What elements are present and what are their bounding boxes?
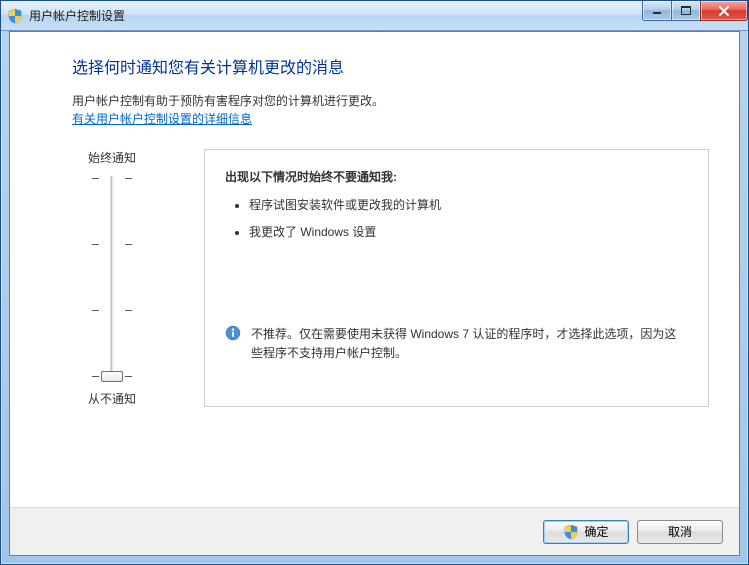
settings-body: 始终通知 从不通知 <box>72 149 709 407</box>
cancel-button[interactable]: 取消 <box>637 520 723 544</box>
slider-tick <box>92 178 99 179</box>
list-item: 我更改了 Windows 设置 <box>249 224 688 241</box>
recommendation-text: 不推荐。仅在需要使用未获得 Windows 7 认证的程序时，才选择此选项，因为… <box>251 325 688 363</box>
notification-slider[interactable] <box>84 172 140 384</box>
slider-tick <box>125 178 132 179</box>
info-panel: 出现以下情况时始终不要通知我: 程序试图安装软件或更改我的计算机 我更改了 Wi… <box>204 149 709 407</box>
description-text: 用户帐户控制有助于预防有害程序对您的计算机进行更改。 <box>72 92 709 110</box>
button-bar: 确定 取消 <box>10 507 739 555</box>
shield-icon <box>7 8 23 24</box>
slider-tick <box>125 376 132 377</box>
info-title: 出现以下情况时始终不要通知我: <box>225 168 688 185</box>
slider-thumb[interactable] <box>101 371 123 382</box>
slider-tick <box>125 244 132 245</box>
maximize-icon <box>681 6 691 15</box>
minimize-icon <box>652 7 662 15</box>
maximize-button[interactable] <box>672 1 700 21</box>
page-heading: 选择何时通知您有关计算机更改的消息 <box>72 54 709 78</box>
slider-top-label: 始终通知 <box>72 149 152 166</box>
slider-tick <box>125 310 132 311</box>
info-bullet-list: 程序试图安装软件或更改我的计算机 我更改了 Windows 设置 <box>225 197 688 241</box>
ok-button-label: 确定 <box>584 523 608 540</box>
close-button[interactable] <box>700 1 748 21</box>
uac-settings-window: 用户帐户控制设置 选择何时通知您有关计算机更改的消息 用户帐户控制有助于预防有害… <box>0 0 749 565</box>
info-icon <box>225 325 241 341</box>
titlebar[interactable]: 用户帐户控制设置 <box>1 1 748 31</box>
more-info-link[interactable]: 有关用户帐户控制设置的详细信息 <box>72 112 252 126</box>
shield-icon <box>563 524 579 540</box>
minimize-button[interactable] <box>642 1 672 21</box>
slider-tick <box>92 376 99 377</box>
content-area: 选择何时通知您有关计算机更改的消息 用户帐户控制有助于预防有害程序对您的计算机进… <box>10 32 739 505</box>
ok-button[interactable]: 确定 <box>543 520 629 544</box>
slider-tick <box>92 310 99 311</box>
slider-track-line <box>111 176 114 380</box>
client-area: 选择何时通知您有关计算机更改的消息 用户帐户控制有助于预防有害程序对您的计算机进… <box>9 31 740 556</box>
list-item: 程序试图安装软件或更改我的计算机 <box>249 197 688 214</box>
close-icon <box>718 6 730 16</box>
slider-column: 始终通知 从不通知 <box>72 149 152 407</box>
window-controls <box>642 1 748 21</box>
window-title: 用户帐户控制设置 <box>29 7 125 24</box>
recommendation-row: 不推荐。仅在需要使用未获得 Windows 7 认证的程序时，才选择此选项，因为… <box>225 325 688 363</box>
slider-bottom-label: 从不通知 <box>72 390 152 407</box>
cancel-button-label: 取消 <box>668 523 692 540</box>
slider-tick <box>92 244 99 245</box>
